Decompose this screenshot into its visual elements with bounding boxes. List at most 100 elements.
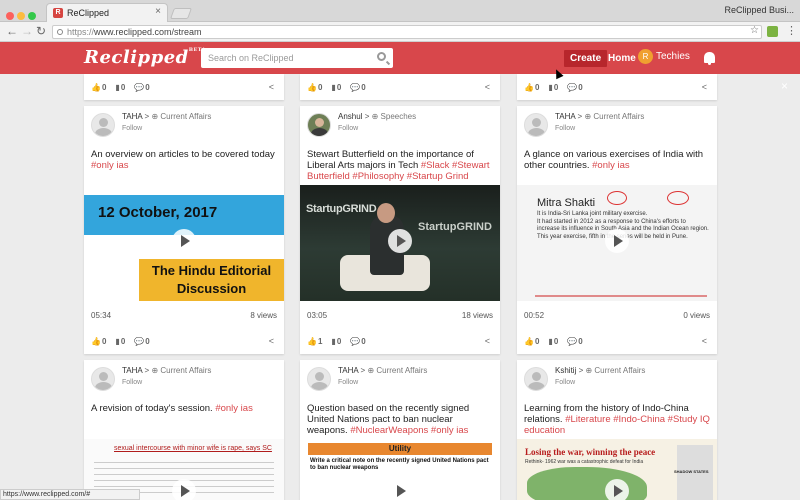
- play-icon[interactable]: [605, 479, 629, 500]
- author-name[interactable]: TAHA: [122, 112, 142, 121]
- hashtags[interactable]: #only ias: [215, 403, 253, 414]
- home-link[interactable]: Home: [608, 53, 636, 64]
- share-icon[interactable]: <: [269, 82, 274, 92]
- video-card[interactable]: TAHA > ⊕ Current Affairs Follow A revisi…: [84, 360, 284, 500]
- card-title[interactable]: Learning from the history of Indo-China …: [524, 403, 712, 436]
- save-button[interactable]: ▮0: [115, 83, 125, 92]
- hashtags[interactable]: #only ias: [592, 160, 630, 171]
- user-menu[interactable]: R Techies: [638, 49, 690, 67]
- video-card[interactable]: TAHA > ⊕ Current Affairs Follow An overv…: [84, 106, 284, 354]
- card-title[interactable]: A glance on various exercises of India w…: [524, 149, 712, 171]
- video-thumbnail[interactable]: Losing the war, winning the peace Rethin…: [517, 439, 717, 500]
- video-card[interactable]: TAHA > ⊕ Current Affairs Follow Question…: [300, 360, 500, 500]
- video-card[interactable]: Kshitij > ⊕ Current Affairs Follow Learn…: [517, 360, 717, 500]
- close-window-icon[interactable]: [6, 12, 14, 20]
- author-name[interactable]: TAHA: [555, 112, 575, 121]
- comment-button[interactable]: 💬0: [350, 337, 365, 346]
- like-button[interactable]: 👍0: [524, 83, 539, 92]
- like-button[interactable]: 👍0: [91, 83, 106, 92]
- play-icon[interactable]: [172, 229, 196, 253]
- bookmark-icon: ▮: [115, 337, 120, 346]
- save-button[interactable]: ▮0: [548, 337, 558, 346]
- comment-button[interactable]: 💬0: [134, 83, 149, 92]
- video-thumbnail[interactable]: Utility Write a critical note on the rec…: [300, 439, 500, 500]
- bookmark-icon: ▮: [548, 337, 553, 346]
- bookmark-star-icon[interactable]: ☆: [750, 25, 759, 36]
- reclipped-logo[interactable]: ReclippedBETA: [84, 47, 206, 68]
- follow-link[interactable]: Follow: [555, 125, 575, 132]
- avatar[interactable]: [524, 113, 548, 137]
- category-link[interactable]: Current Affairs: [593, 112, 644, 121]
- share-icon[interactable]: <: [485, 82, 490, 92]
- author-name[interactable]: TAHA: [122, 366, 142, 375]
- comment-button[interactable]: 💬0: [134, 337, 149, 346]
- search-box[interactable]: [201, 48, 393, 68]
- browser-menu-icon[interactable]: ⋮: [786, 24, 797, 37]
- hashtags[interactable]: #NuclearWeapons #only ias: [350, 425, 468, 436]
- video-card[interactable]: Anshul > ⊕ Speeches Follow Stewart Butte…: [300, 106, 500, 354]
- like-button[interactable]: 👍0: [91, 337, 106, 346]
- category-link[interactable]: Current Affairs: [376, 366, 427, 375]
- hashtags[interactable]: #only ias: [91, 160, 129, 171]
- share-icon[interactable]: <: [702, 336, 707, 346]
- browser-profile[interactable]: ReClipped Busi...: [724, 5, 794, 15]
- follow-link[interactable]: Follow: [122, 125, 142, 132]
- search-input[interactable]: [201, 48, 366, 68]
- play-icon[interactable]: [388, 229, 412, 253]
- video-card[interactable]: TAHA > ⊕ Current Affairs Follow A glance…: [517, 106, 717, 354]
- author-name[interactable]: Kshitij: [555, 366, 576, 375]
- like-button[interactable]: 👍1: [307, 337, 322, 346]
- back-arrow-icon[interactable]: ←: [6, 24, 18, 38]
- category-link[interactable]: Speeches: [381, 112, 417, 121]
- follow-link[interactable]: Follow: [555, 379, 575, 386]
- share-icon[interactable]: <: [702, 82, 707, 92]
- like-button[interactable]: 👍0: [307, 83, 322, 92]
- play-icon[interactable]: [605, 229, 629, 253]
- share-icon[interactable]: <: [269, 336, 274, 346]
- author-name[interactable]: Anshul: [338, 112, 362, 121]
- follow-link[interactable]: Follow: [122, 379, 142, 386]
- follow-link[interactable]: Follow: [338, 379, 358, 386]
- extension-icon[interactable]: [767, 26, 778, 37]
- forward-arrow-icon[interactable]: →: [21, 24, 33, 38]
- like-button[interactable]: 👍0: [524, 337, 539, 346]
- video-thumbnail[interactable]: 12 October, 2017 The Hindu Editorial Dis…: [84, 185, 284, 301]
- create-button[interactable]: Create: [564, 50, 608, 67]
- category-link[interactable]: Current Affairs: [594, 366, 645, 375]
- author-name[interactable]: TAHA: [338, 366, 358, 375]
- search-icon[interactable]: [377, 52, 386, 61]
- category-link[interactable]: Current Affairs: [160, 112, 211, 121]
- category-link[interactable]: Current Affairs: [160, 366, 211, 375]
- follow-link[interactable]: Follow: [338, 125, 358, 132]
- avatar[interactable]: [524, 367, 548, 391]
- save-button[interactable]: ▮0: [331, 83, 341, 92]
- save-button[interactable]: ▮0: [548, 83, 558, 92]
- comment-button[interactable]: 💬0: [567, 337, 582, 346]
- url-field[interactable]: https://www.reclipped.com/stream: [52, 25, 762, 39]
- maximize-window-icon[interactable]: [28, 12, 36, 20]
- minimize-window-icon[interactable]: [17, 12, 25, 20]
- browser-tab[interactable]: R ReClipped ×: [46, 3, 168, 22]
- video-thumbnail[interactable]: Mitra Shakti It is India-Sri Lanka joint…: [517, 185, 717, 301]
- play-icon[interactable]: [388, 479, 412, 500]
- comment-button[interactable]: 💬0: [567, 83, 582, 92]
- avatar[interactable]: [91, 113, 115, 137]
- avatar[interactable]: [91, 367, 115, 391]
- close-icon[interactable]: ×: [781, 79, 788, 93]
- save-button[interactable]: ▮0: [331, 337, 341, 346]
- card-title[interactable]: An overview on articles to be covered to…: [91, 149, 279, 171]
- card-title[interactable]: A revision of today's session. #only ias: [91, 403, 279, 414]
- avatar[interactable]: [307, 113, 331, 137]
- video-thumbnail[interactable]: StartupGRIND StartupGRIND: [300, 185, 500, 301]
- card-title[interactable]: Question based on the recently signed Un…: [307, 403, 495, 436]
- new-tab-button[interactable]: [169, 8, 193, 19]
- save-button[interactable]: ▮0: [115, 337, 125, 346]
- comment-button[interactable]: 💬0: [350, 83, 365, 92]
- share-icon[interactable]: <: [485, 336, 490, 346]
- play-icon[interactable]: [172, 479, 196, 500]
- reload-icon[interactable]: ↻: [36, 24, 46, 38]
- bell-icon[interactable]: [704, 52, 715, 65]
- close-tab-icon[interactable]: ×: [155, 6, 161, 17]
- card-title[interactable]: Stewart Butterfield on the importance of…: [307, 149, 495, 182]
- avatar[interactable]: [307, 367, 331, 391]
